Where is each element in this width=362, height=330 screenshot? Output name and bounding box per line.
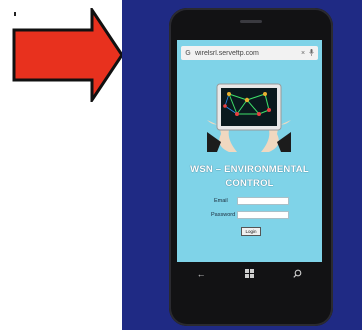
close-icon[interactable]: × — [299, 50, 307, 57]
google-icon: G — [185, 49, 191, 57]
app-title-line2: CONTROL — [225, 178, 274, 189]
email-field[interactable] — [237, 197, 289, 205]
white-panel — [0, 0, 124, 330]
phone-screen: G wirelsrl.serveftp.com × WSN – ENVIRONM… — [177, 40, 322, 262]
browser-address-bar[interactable]: G wirelsrl.serveftp.com × — [181, 46, 318, 60]
windows-home-icon[interactable] — [239, 268, 259, 280]
search-icon[interactable] — [288, 269, 308, 280]
login-button[interactable]: Login — [241, 227, 261, 236]
mic-icon[interactable] — [307, 48, 315, 58]
back-icon[interactable]: ← — [191, 269, 211, 279]
speaker — [240, 20, 262, 23]
arrow-icon — [12, 8, 124, 102]
network-tablet-illustration — [207, 83, 291, 152]
password-label: Password — [211, 212, 236, 218]
url-text[interactable]: wirelsrl.serveftp.com — [192, 50, 299, 57]
password-field[interactable] — [237, 211, 289, 219]
phone-nav-bar: ← — [177, 262, 322, 286]
app-title-line1: WSN – ENVIRONMENTAL — [190, 164, 309, 175]
email-label: Email — [214, 198, 228, 204]
